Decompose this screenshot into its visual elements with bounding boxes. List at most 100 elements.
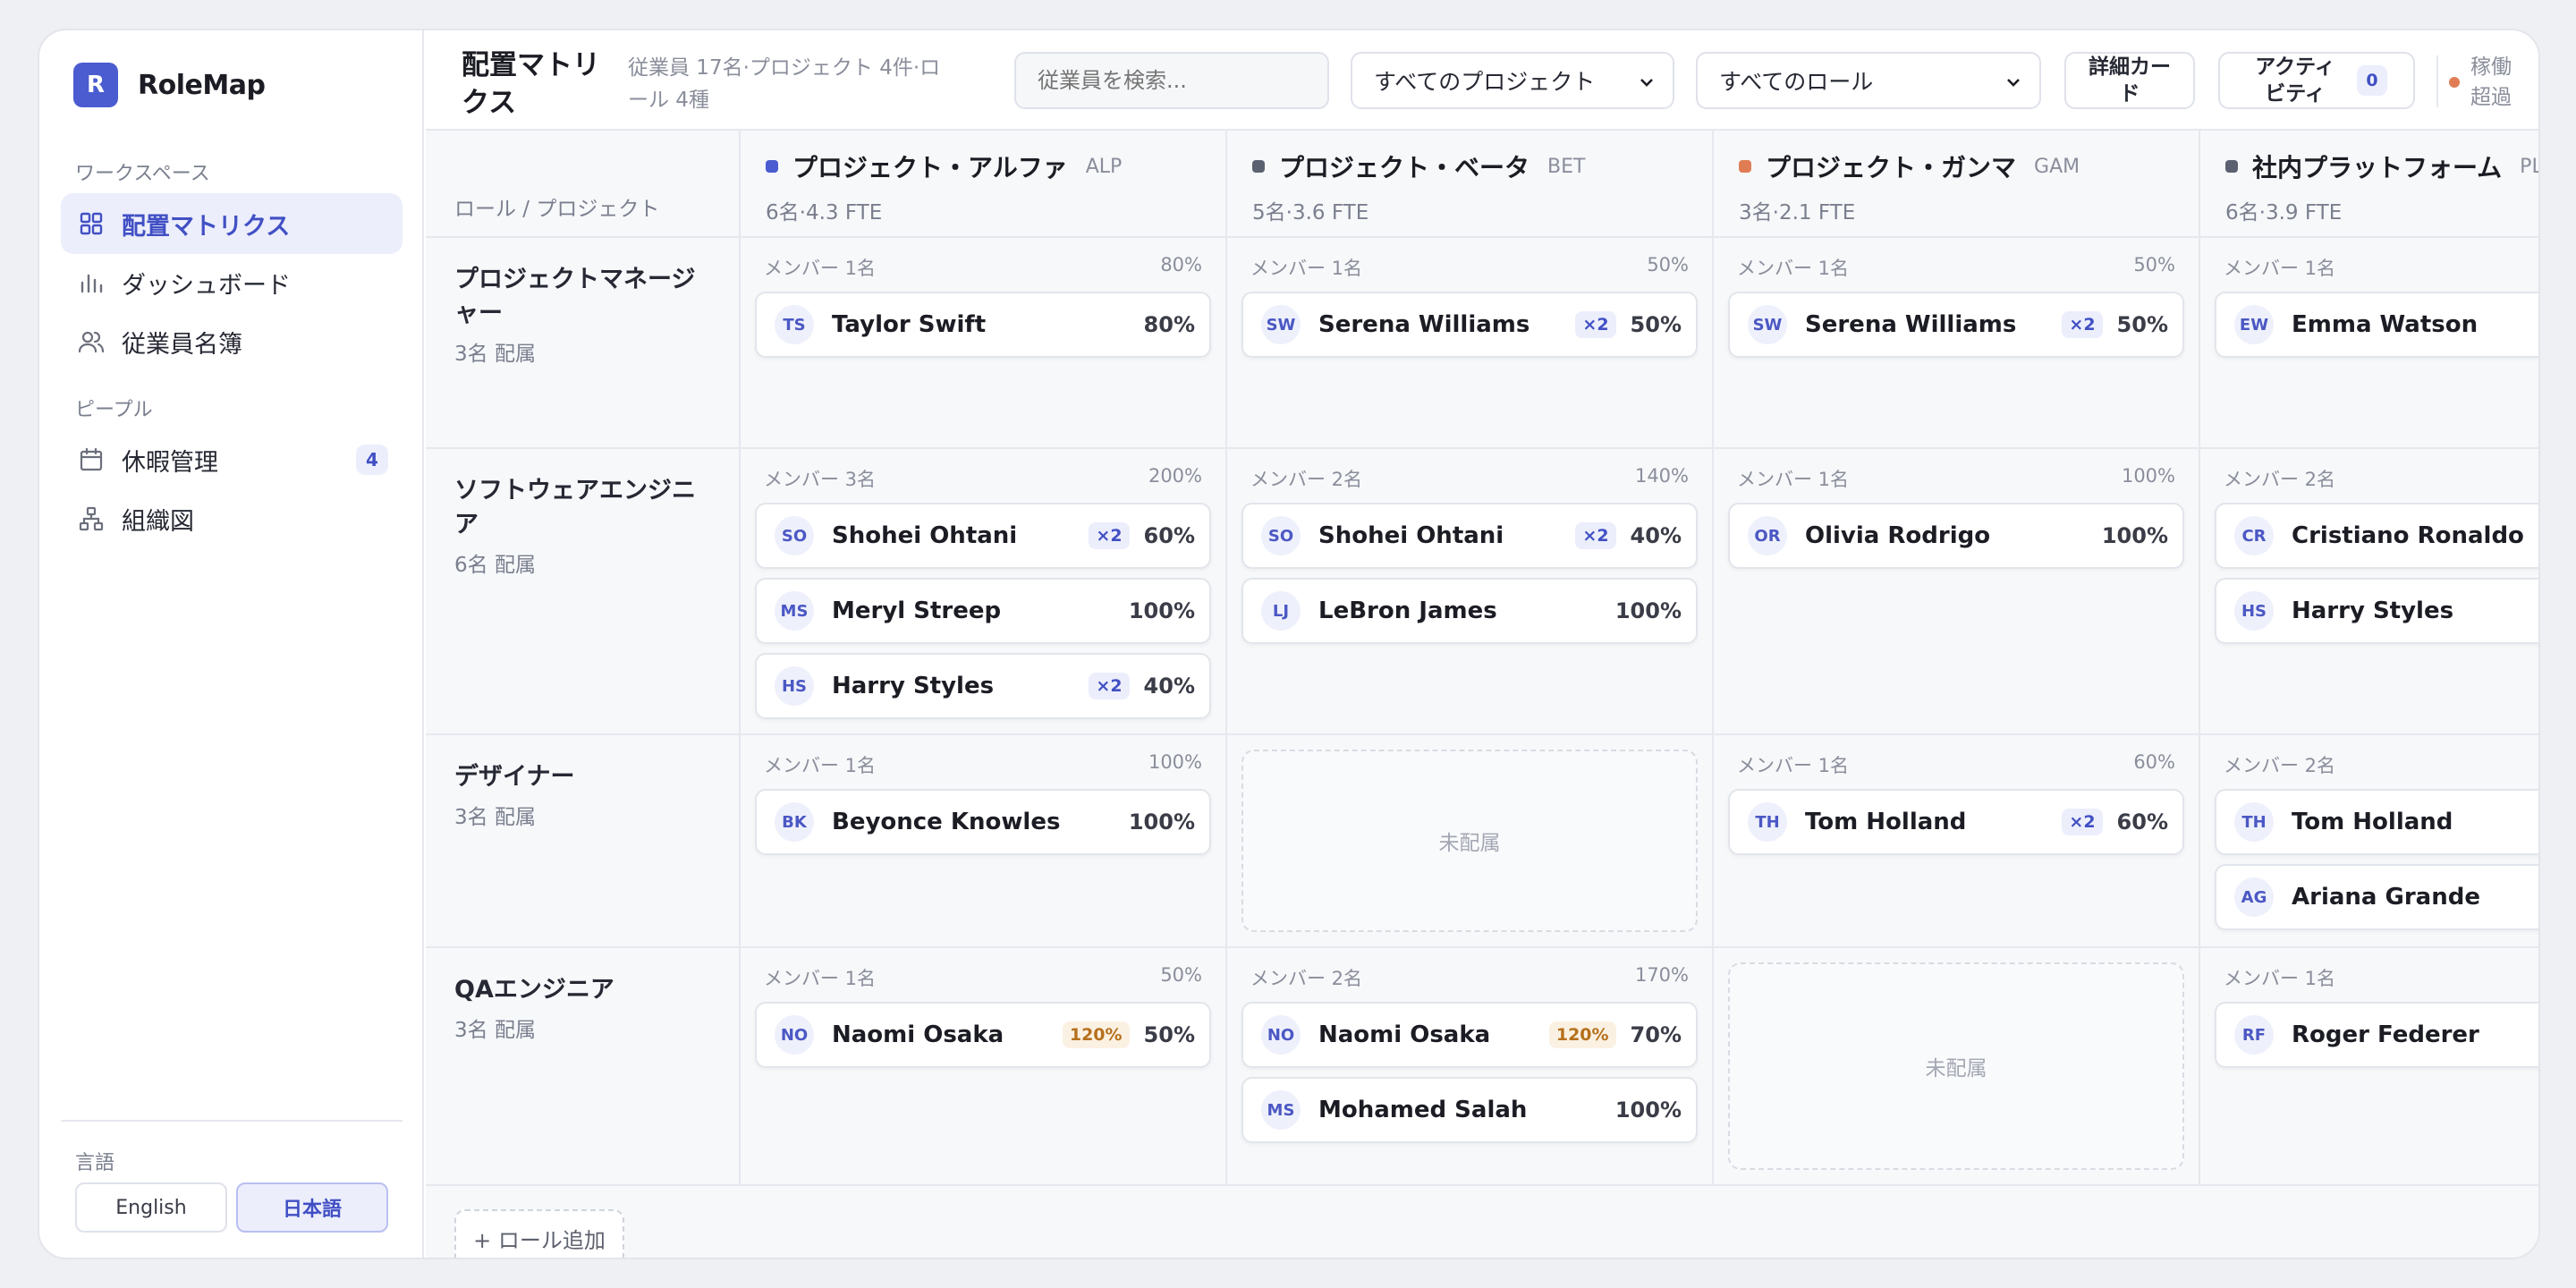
avatar: MS bbox=[775, 591, 814, 631]
avatar: TS bbox=[775, 305, 814, 344]
employee-card[interactable]: AG Ariana Grande bbox=[2215, 864, 2538, 930]
member-count: メンバー 1名 bbox=[1250, 258, 1363, 279]
card-allocation-group: 100% bbox=[1615, 1079, 1682, 1141]
member-count: メンバー 2名 bbox=[2224, 469, 2336, 490]
employee-card[interactable]: HS Harry Styles ×2 40% bbox=[755, 653, 1211, 719]
card-allocation-group: ×2 60% bbox=[2062, 791, 2168, 853]
matrix-cell: メンバー 1名 100% OR Olivia Rodrigo 100% bbox=[1714, 449, 2200, 735]
total-allocation: 50% bbox=[2133, 254, 2175, 275]
avatar: EW bbox=[2234, 305, 2274, 344]
activity-button-label: アクティビティ bbox=[2255, 55, 2335, 106]
employee-card[interactable]: SO Shohei Ohtani ×2 40% bbox=[1241, 503, 1698, 569]
search-input[interactable] bbox=[1014, 52, 1329, 109]
activity-button[interactable]: アクティビティ 0 bbox=[2218, 52, 2415, 109]
cell-summary: メンバー 1名 50% bbox=[1250, 254, 1689, 281]
employee-card[interactable]: NO Naomi Osaka 120% 50% bbox=[755, 1002, 1211, 1068]
employee-name: Harry Styles bbox=[2292, 597, 2454, 624]
employee-card[interactable]: LJ LeBron James 100% bbox=[1241, 578, 1698, 644]
employee-card[interactable]: SO Shohei Ohtani ×2 60% bbox=[755, 503, 1211, 569]
employee-card[interactable]: MS Mohamed Salah 100% bbox=[1241, 1077, 1698, 1143]
employee-name: Emma Watson bbox=[2292, 311, 2479, 338]
sidebar: R RoleMap ワークスペース 配置マトリクス ダッシュボード 従業員名簿 … bbox=[39, 30, 424, 1258]
section-label-people: ピープル bbox=[75, 399, 153, 421]
project-column-header[interactable]: プロジェクト・ベータ BET 5名·3.6 FTE bbox=[1227, 131, 1714, 238]
brand[interactable]: R RoleMap bbox=[73, 63, 266, 107]
matrix-cell: メンバー 1名 100% BK Beyonce Knowles 100% bbox=[741, 735, 1227, 948]
overload-badge: 120% bbox=[1062, 1021, 1130, 1048]
app-window: R RoleMap ワークスペース 配置マトリクス ダッシュボード 従業員名簿 … bbox=[38, 29, 2540, 1259]
language-english-button[interactable]: English bbox=[75, 1182, 227, 1233]
project-code: GAM bbox=[2034, 155, 2080, 178]
role-filter-select[interactable]: すべてのロール bbox=[1696, 52, 2041, 109]
unassigned-slot[interactable]: 未配属 bbox=[1728, 962, 2184, 1170]
language-japanese-button[interactable]: 日本語 bbox=[236, 1182, 388, 1233]
employee-name: Naomi Osaka bbox=[1318, 1021, 1491, 1048]
employee-card[interactable]: SW Serena Williams ×2 50% bbox=[1241, 292, 1698, 358]
project-name: 社内プラットフォーム bbox=[2252, 153, 2503, 182]
employee-card[interactable]: TH Tom Holland ×2 60% bbox=[1728, 789, 2184, 855]
page-title: 配置マトリクス bbox=[462, 49, 600, 119]
sidebar-item-org-chart[interactable]: 組織図 bbox=[61, 488, 402, 549]
cell-summary: メンバー 1名 50% bbox=[1737, 254, 2175, 281]
employee-name: Shohei Ohtani bbox=[1318, 522, 1504, 549]
matrix-cell: 未配属 bbox=[1714, 948, 2200, 1186]
project-code: PLT bbox=[2520, 155, 2538, 178]
project-column-header[interactable]: 社内プラットフォーム PLT 6名·3.9 FTE bbox=[2200, 131, 2538, 238]
cell-summary: メンバー 2名 140% bbox=[1250, 465, 1689, 492]
corner-label: ロール / プロジェクト bbox=[454, 198, 660, 221]
cell-summary: メンバー 1名 100% bbox=[1737, 465, 2175, 492]
project-name: プロジェクト・ベータ bbox=[1279, 153, 1530, 182]
multi-assignment-badge: ×2 bbox=[1089, 522, 1130, 549]
card-allocation-group: ×2 40% bbox=[1575, 504, 1682, 567]
chevron-down-icon bbox=[1637, 72, 1657, 97]
matrix-cell: メンバー 1名 50% SW Serena Williams ×2 50% bbox=[1714, 238, 2200, 449]
role-row-header: ソフトウェアエンジニア 6名 配属 bbox=[426, 449, 741, 735]
project-column-header[interactable]: プロジェクト・ガンマ GAM 3名·2.1 FTE bbox=[1714, 131, 2200, 238]
employee-card[interactable]: MS Meryl Streep 100% bbox=[755, 578, 1211, 644]
sidebar-item-directory[interactable]: 従業員名簿 bbox=[61, 311, 402, 372]
grid-icon bbox=[77, 209, 106, 238]
employee-card[interactable]: BK Beyonce Knowles 100% bbox=[755, 789, 1211, 855]
role-row-header: プロジェクトマネージャー 3名 配属 bbox=[426, 238, 741, 449]
employee-card[interactable]: RF Roger Federer bbox=[2215, 1002, 2538, 1068]
total-allocation: 100% bbox=[1148, 751, 1202, 773]
sidebar-divider bbox=[61, 1120, 402, 1122]
unassigned-slot[interactable]: 未配属 bbox=[1241, 750, 1698, 932]
multi-assignment-badge: ×2 bbox=[2062, 311, 2103, 338]
employee-card[interactable]: NO Naomi Osaka 120% 70% bbox=[1241, 1002, 1698, 1068]
matrix-cell: メンバー 2名 140% SO Shohei Ohtani ×2 40% LJ LeBron … bbox=[1227, 449, 1714, 735]
employee-card[interactable]: EW Emma Watson bbox=[2215, 292, 2538, 358]
multi-assignment-badge: ×2 bbox=[1089, 673, 1130, 699]
project-column-header[interactable]: プロジェクト・アルファ ALP 6名·4.3 FTE bbox=[741, 131, 1227, 238]
sidebar-item-leave[interactable]: 休暇管理 4 bbox=[61, 429, 402, 490]
sidebar-item-dashboard[interactable]: ダッシュボード bbox=[61, 252, 402, 313]
card-allocation-group: 100% bbox=[1615, 580, 1682, 642]
employee-card[interactable]: HS Harry Styles bbox=[2215, 578, 2538, 644]
matrix-corner: ロール / プロジェクト bbox=[426, 131, 741, 238]
employee-name: LeBron James bbox=[1318, 597, 1497, 624]
matrix-cell: メンバー 2名 170% NO Naomi Osaka 120% 70% MS Mohamed… bbox=[1227, 948, 1714, 1186]
employee-card[interactable]: TH Tom Holland bbox=[2215, 789, 2538, 855]
overload-legend: 稼働超過 bbox=[2449, 52, 2521, 113]
role-name: プロジェクトマネージャー bbox=[454, 266, 696, 327]
matrix-cell: メンバー 1名 60% TH Tom Holland ×2 60% bbox=[1714, 735, 2200, 948]
employee-name: Meryl Streep bbox=[832, 597, 1002, 624]
employee-card[interactable]: OR Olivia Rodrigo 100% bbox=[1728, 503, 2184, 569]
project-code: ALP bbox=[1085, 155, 1123, 178]
project-title-line: プロジェクト・ベータ BET bbox=[1252, 148, 1585, 184]
leave-count-badge: 4 bbox=[356, 445, 388, 475]
matrix-cell: 未配属 bbox=[1227, 735, 1714, 948]
member-count: メンバー 1名 bbox=[764, 755, 877, 776]
sidebar-item-matrix[interactable]: 配置マトリクス bbox=[61, 193, 402, 254]
total-allocation: 60% bbox=[2133, 751, 2175, 773]
employee-card[interactable]: SW Serena Williams ×2 50% bbox=[1728, 292, 2184, 358]
add-role-button[interactable]: + ロール追加 bbox=[454, 1209, 624, 1258]
employee-name: Roger Federer bbox=[2292, 1021, 2479, 1048]
employee-card[interactable]: CR Cristiano Ronaldo bbox=[2215, 503, 2538, 569]
member-count: メンバー 2名 bbox=[2224, 755, 2336, 776]
avatar: HS bbox=[775, 666, 814, 706]
multi-assignment-badge: ×2 bbox=[2062, 809, 2103, 835]
detail-card-button[interactable]: 詳細カード bbox=[2064, 52, 2195, 109]
project-filter-select[interactable]: すべてのプロジェクト bbox=[1351, 52, 1674, 109]
employee-card[interactable]: TS Taylor Swift 80% bbox=[755, 292, 1211, 358]
